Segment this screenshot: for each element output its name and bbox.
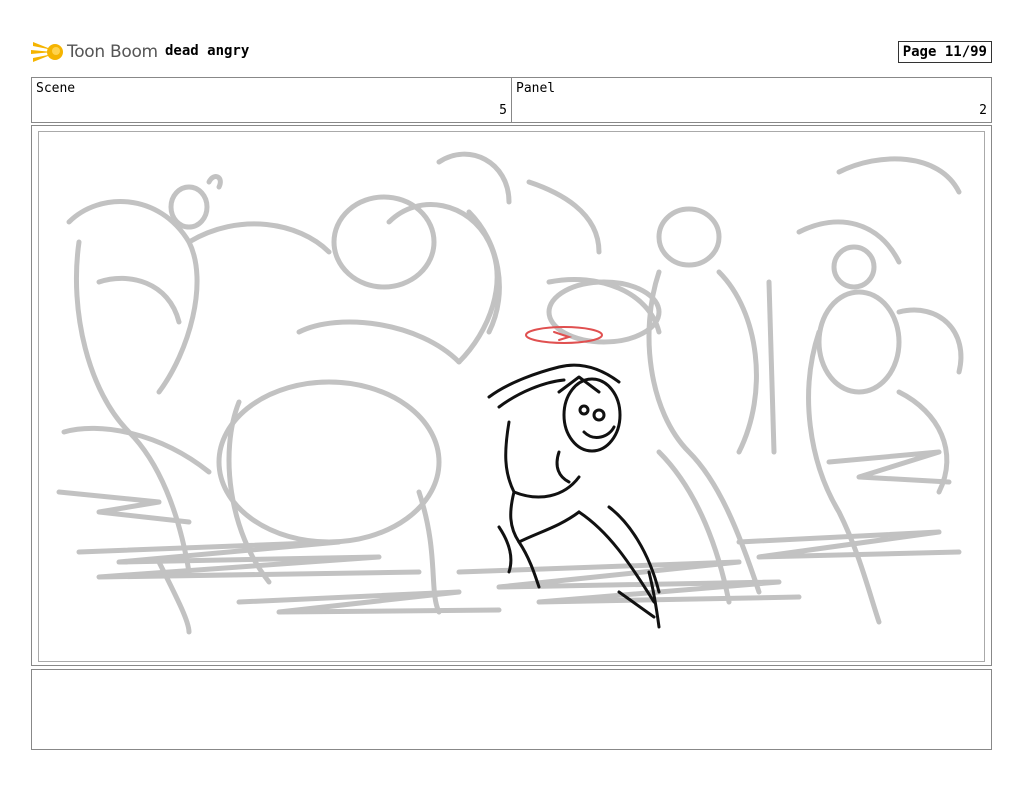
panel-value: 2	[979, 103, 987, 118]
storyboard-panel	[31, 125, 992, 666]
scene-cell: Scene 5	[32, 78, 511, 122]
notes-area	[31, 669, 992, 750]
panel-cell: Panel 2	[511, 78, 991, 122]
project-title: dead angry	[165, 43, 250, 59]
scene-value: 5	[499, 103, 507, 118]
panel-label: Panel	[516, 81, 556, 96]
page-number-badge: Page 11/99	[897, 41, 992, 63]
sketch-illustration-icon	[56, 151, 964, 635]
toon-boom-logo: Toon Boom	[31, 36, 158, 68]
scene-label: Scene	[36, 81, 76, 96]
panel-frame	[38, 131, 985, 662]
page-header: Toon Boom dead angry Page 11/99	[31, 36, 992, 68]
scene-panel-info: Scene 5 Panel 2	[31, 77, 992, 123]
logo-text: Toon Boom	[67, 42, 158, 62]
comet-logo-icon	[31, 42, 63, 62]
